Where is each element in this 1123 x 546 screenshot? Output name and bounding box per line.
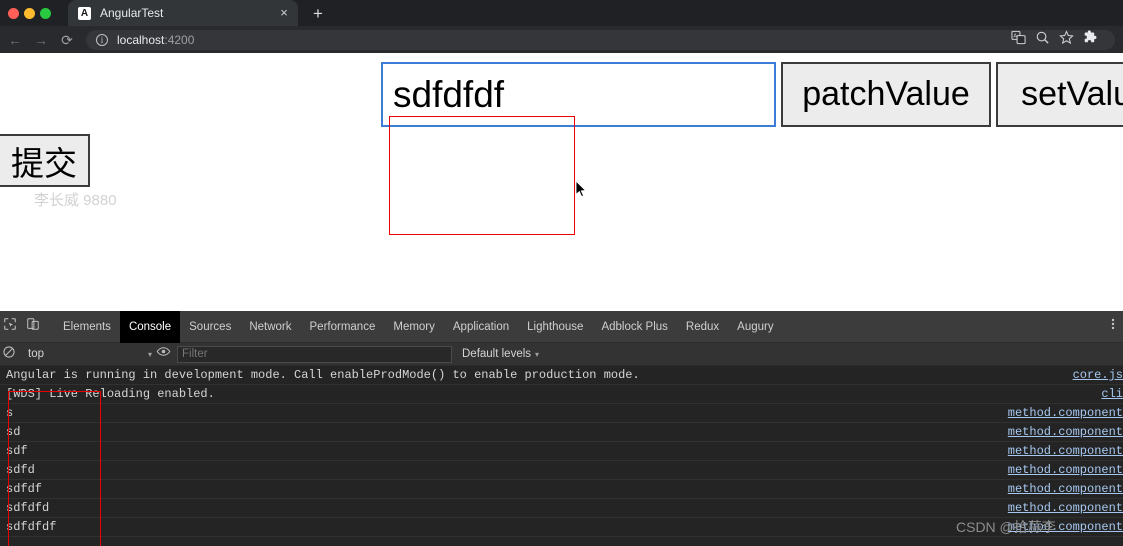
device-toolbar-icon[interactable] xyxy=(26,317,40,336)
console-row[interactable]: s method.component xyxy=(0,404,1123,423)
browser-tab[interactable]: A AngularTest × xyxy=(68,0,298,26)
console-message: sdfdf xyxy=(6,482,43,496)
submit-button[interactable]: 提交 xyxy=(0,134,90,187)
set-value-button[interactable]: setValue xyxy=(996,62,1123,127)
console-message: sdfdfd xyxy=(6,501,50,515)
translate-icon[interactable]: A xyxy=(1011,30,1026,50)
console-message: sdf xyxy=(6,444,28,458)
bookmark-star-icon[interactable] xyxy=(1059,29,1074,50)
console-source-link[interactable]: core.js xyxy=(1073,366,1123,385)
tab-adblock-plus[interactable]: Adblock Plus xyxy=(592,311,676,343)
inspect-element-icon[interactable] xyxy=(3,317,17,336)
console-levels-select[interactable]: Default levels ▾ xyxy=(462,348,539,360)
console-row[interactable]: sdfdf method.component xyxy=(0,480,1123,499)
devtools-tabs: Elements Console Sources Network Perform… xyxy=(54,310,1107,343)
page-watermark: 李长威 9880 xyxy=(34,192,117,209)
site-info-icon[interactable]: i xyxy=(96,33,108,46)
url-host: localhost xyxy=(117,32,165,47)
minimize-window-button[interactable] xyxy=(24,7,35,19)
clear-console-icon[interactable] xyxy=(2,345,16,364)
value-input[interactable] xyxy=(381,62,776,127)
console-output[interactable]: Angular is running in development mode. … xyxy=(0,366,1123,545)
console-source-link[interactable]: method.component xyxy=(1008,423,1123,442)
console-message: [WDS] Live Reloading enabled. xyxy=(6,387,215,401)
tab-network[interactable]: Network xyxy=(240,311,300,343)
console-message: sdfd xyxy=(6,463,35,477)
chevron-down-icon-levels: ▾ xyxy=(535,349,540,359)
tab-application[interactable]: Application xyxy=(444,311,518,343)
console-source-link[interactable]: method.component xyxy=(1008,518,1123,537)
console-source-link[interactable]: method.component xyxy=(1008,442,1123,461)
mouse-cursor-icon xyxy=(575,179,588,199)
devtools-left-icons xyxy=(0,317,54,336)
devtools-panel: Elements Console Sources Network Perform… xyxy=(0,310,1123,546)
tab-sources[interactable]: Sources xyxy=(180,311,240,343)
tab-lighthouse[interactable]: Lighthouse xyxy=(518,311,592,343)
forward-button[interactable]: → xyxy=(28,27,54,53)
console-message: sdfdfdf xyxy=(6,520,57,534)
console-row[interactable]: sdfd method.component xyxy=(0,461,1123,480)
window-controls xyxy=(4,0,64,26)
console-row[interactable]: sdf method.component xyxy=(0,442,1123,461)
tab-elements[interactable]: Elements xyxy=(54,311,120,343)
devtools-tabbar: Elements Console Sources Network Perform… xyxy=(0,310,1123,343)
tab-performance[interactable]: Performance xyxy=(301,311,385,343)
console-filter-input[interactable] xyxy=(177,345,452,363)
console-context-select[interactable]: top ▾ xyxy=(24,346,156,363)
console-source-link[interactable]: cli xyxy=(1101,385,1123,404)
console-message: sd xyxy=(6,425,21,439)
tab-console[interactable]: Console xyxy=(119,310,181,343)
console-source-link[interactable]: method.component xyxy=(1008,480,1123,499)
console-source-link[interactable]: method.component xyxy=(1008,404,1123,423)
console-filter-bar: top ▾ Default levels ▾ xyxy=(0,343,1123,366)
browser-window: A AngularTest × + ← → ⟳ i localhost:4200… xyxy=(0,0,1123,546)
live-expression-eye-icon[interactable] xyxy=(156,344,171,364)
address-bar-url: localhost:4200 xyxy=(117,33,194,47)
console-context-value: top xyxy=(28,348,44,360)
reload-button[interactable]: ⟳ xyxy=(54,27,80,53)
browser-toolbar: ← → ⟳ i localhost:4200 A xyxy=(0,26,1123,53)
patch-value-button[interactable]: patchValue xyxy=(781,62,991,127)
address-bar[interactable]: i localhost:4200 A xyxy=(86,29,1115,50)
console-row[interactable]: Angular is running in development mode. … xyxy=(0,366,1123,385)
angular-favicon-icon: A xyxy=(78,6,91,20)
omnibox-actions: A xyxy=(1011,29,1105,50)
tab-augury[interactable]: Augury xyxy=(728,311,782,343)
new-tab-button[interactable]: + xyxy=(308,4,328,24)
console-row[interactable]: sdfdfd method.component xyxy=(0,499,1123,518)
page-content: patchValue setValue 提交 李长威 9880 xyxy=(0,53,1123,311)
devtools-right-icons xyxy=(1107,317,1123,336)
tab-strip: A AngularTest × + xyxy=(0,0,1123,26)
console-levels-value: Default levels xyxy=(462,348,532,360)
extensions-puzzle-icon[interactable] xyxy=(1083,29,1099,50)
url-port: :4200 xyxy=(164,32,195,47)
more-options-icon[interactable] xyxy=(1107,317,1119,336)
tab-memory[interactable]: Memory xyxy=(384,311,444,343)
console-source-link[interactable]: method.component xyxy=(1008,499,1123,518)
tab-redux[interactable]: Redux xyxy=(677,311,728,343)
console-message: Angular is running in development mode. … xyxy=(6,368,640,382)
console-source-link[interactable]: method.component xyxy=(1008,461,1123,480)
annotation-rectangle xyxy=(389,116,575,235)
search-icon[interactable] xyxy=(1035,30,1050,50)
console-row[interactable]: [WDS] Live Reloading enabled. cli xyxy=(0,385,1123,404)
svg-text:A: A xyxy=(1013,33,1017,39)
chevron-down-icon: ▾ xyxy=(147,349,152,359)
console-row[interactable]: sd method.component xyxy=(0,423,1123,442)
console-row[interactable]: sdfdfdf method.component xyxy=(0,518,1123,537)
back-button[interactable]: ← xyxy=(2,27,28,53)
close-tab-icon[interactable]: × xyxy=(276,5,292,21)
console-message: s xyxy=(6,406,14,420)
maximize-window-button[interactable] xyxy=(40,7,51,19)
close-window-button[interactable] xyxy=(8,7,19,19)
tab-title: AngularTest xyxy=(100,6,164,20)
